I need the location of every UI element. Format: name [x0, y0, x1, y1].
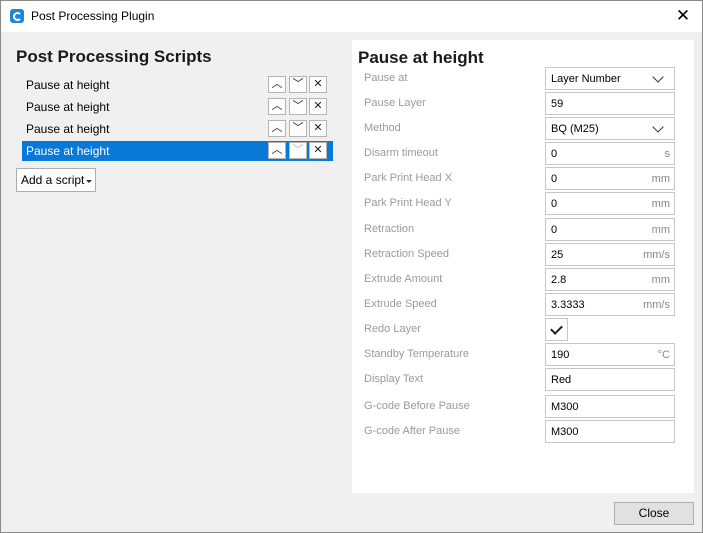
- setting-input[interactable]: Red: [545, 368, 675, 391]
- remove-script-button[interactable]: ✕: [309, 98, 327, 115]
- close-button[interactable]: Close: [614, 502, 694, 525]
- move-up-button[interactable]: ︿: [268, 120, 286, 137]
- redo-layer-checkbox[interactable]: [545, 318, 568, 341]
- checkmark-icon: [550, 322, 563, 335]
- setting-unit: s: [664, 148, 671, 160]
- setting-dropdown[interactable]: BQ (M25): [545, 117, 675, 140]
- script-label: Pause at height: [26, 100, 110, 114]
- setting-value: Red: [551, 374, 572, 386]
- panel-heading: Pause at height: [358, 48, 484, 67]
- setting-value: 0: [551, 224, 558, 236]
- setting-input[interactable]: 2.8 mm: [545, 268, 675, 291]
- script-label: Pause at height: [26, 144, 110, 158]
- remove-script-button[interactable]: ✕: [309, 142, 327, 159]
- setting-input[interactable]: 0 mm: [545, 167, 675, 190]
- setting-label: Extrude Speed: [364, 298, 437, 310]
- setting-unit: mm: [651, 224, 670, 236]
- setting-label: Redo Layer: [364, 323, 421, 335]
- setting-label: Pause Layer: [364, 97, 426, 109]
- setting-label: Display Text: [364, 373, 424, 385]
- setting-label: G-code After Pause: [364, 425, 460, 437]
- script-label: Pause at height: [26, 122, 110, 136]
- setting-label: Retraction Speed: [364, 248, 449, 260]
- chevron-down-icon: [652, 121, 664, 133]
- setting-value: 3.3333: [551, 299, 585, 311]
- setting-label: Standby Temperature: [364, 348, 469, 360]
- script-row-selected[interactable]: Pause at height ︿ ﹀ ✕: [22, 141, 333, 161]
- move-down-button[interactable]: ﹀: [289, 76, 307, 93]
- move-up-button[interactable]: ︿: [268, 142, 286, 159]
- window-title: Post Processing Plugin: [31, 9, 155, 23]
- move-down-button[interactable]: ﹀: [289, 98, 307, 115]
- setting-label: Method: [364, 122, 401, 134]
- remove-script-button[interactable]: ✕: [309, 76, 327, 93]
- move-down-button[interactable]: ﹀: [289, 142, 307, 159]
- setting-dropdown[interactable]: Layer Number: [545, 67, 675, 90]
- title-bar: Post Processing Plugin ✕: [1, 1, 702, 32]
- move-down-button[interactable]: ﹀: [289, 120, 307, 137]
- setting-value: Layer Number: [551, 73, 621, 85]
- setting-value: 0: [551, 173, 558, 185]
- setting-input[interactable]: M300: [545, 420, 675, 443]
- add-script-button[interactable]: Add a script: [16, 168, 96, 192]
- setting-unit: °C: [657, 349, 670, 361]
- setting-label: Park Print Head X: [364, 172, 453, 184]
- setting-label: Pause at: [364, 72, 408, 84]
- setting-input[interactable]: M300: [545, 395, 675, 418]
- setting-input[interactable]: 190 °C: [545, 343, 675, 366]
- setting-value: 2.8: [551, 274, 567, 286]
- setting-label: Extrude Amount: [364, 273, 443, 285]
- settings-panel: Pause at height Pause at Layer Number Paus…: [352, 40, 694, 493]
- script-row[interactable]: Pause at height ︿ ﹀ ✕: [22, 119, 333, 139]
- setting-unit: mm: [651, 173, 670, 185]
- window-close-icon[interactable]: ✕: [670, 4, 696, 28]
- setting-input[interactable]: 3.3333 mm/s: [545, 293, 675, 316]
- remove-script-button[interactable]: ✕: [309, 120, 327, 137]
- setting-value: 0: [551, 198, 558, 210]
- setting-value: M300: [551, 426, 579, 438]
- chevron-down-icon: [652, 71, 664, 83]
- move-up-button[interactable]: ︿: [268, 76, 286, 93]
- cura-app-icon: [10, 9, 24, 23]
- script-row[interactable]: Pause at height ︿ ﹀ ✕: [22, 75, 333, 95]
- setting-input[interactable]: 59: [545, 92, 675, 115]
- add-script-label: Add a script: [21, 173, 85, 187]
- setting-label: G-code Before Pause: [364, 400, 470, 412]
- dropdown-arrow-icon: [86, 180, 92, 183]
- setting-label: Disarm timeout: [364, 147, 438, 159]
- setting-label: Park Print Head Y: [364, 197, 452, 209]
- script-label: Pause at height: [26, 78, 110, 92]
- setting-input[interactable]: 0 mm: [545, 218, 675, 241]
- setting-value: 25: [551, 249, 564, 261]
- setting-value: 190: [551, 349, 570, 361]
- scripts-heading: Post Processing Scripts: [16, 47, 212, 66]
- setting-value: 59: [551, 98, 564, 110]
- setting-value: BQ (M25): [551, 123, 599, 135]
- setting-unit: mm: [651, 274, 670, 286]
- setting-label: Retraction: [364, 223, 415, 235]
- setting-input[interactable]: 0 mm: [545, 192, 675, 215]
- setting-input[interactable]: 0s: [545, 142, 675, 165]
- post-processing-dialog: Post Processing Plugin ✕ Post Processing…: [0, 0, 703, 533]
- script-row[interactable]: Pause at height ︿ ﹀ ✕: [22, 97, 333, 117]
- setting-unit: mm: [651, 198, 670, 210]
- move-up-button[interactable]: ︿: [268, 98, 286, 115]
- setting-value: 0: [551, 148, 558, 160]
- setting-value: M300: [551, 401, 579, 413]
- setting-input[interactable]: 25 mm/s: [545, 243, 675, 266]
- setting-unit: mm/s: [643, 249, 670, 261]
- setting-unit: mm/s: [643, 299, 670, 311]
